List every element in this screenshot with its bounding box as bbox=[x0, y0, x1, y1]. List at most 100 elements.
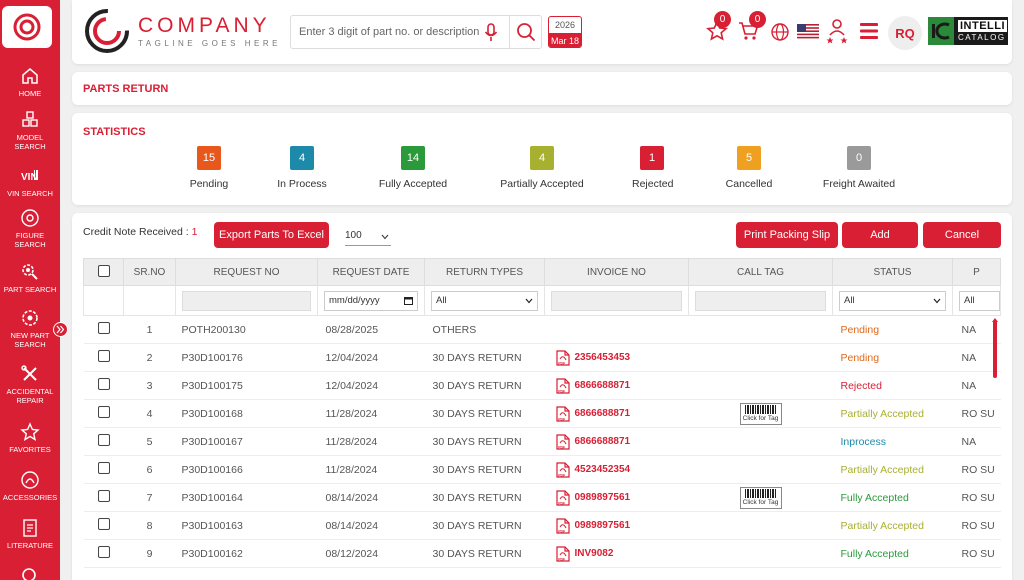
row-invoice-link[interactable]: PDF 2356453453 bbox=[555, 349, 689, 366]
select-all-checkbox[interactable] bbox=[97, 264, 110, 277]
header-select-all[interactable] bbox=[83, 258, 124, 286]
table-row[interactable]: 7 P30D100164 08/14/2024 30 DAYS RETURN PDF 09… bbox=[83, 483, 1001, 512]
row-checkbox[interactable] bbox=[97, 462, 110, 474]
row-request-no[interactable]: POTH200130 bbox=[175, 315, 318, 344]
sidebar-item-model-search[interactable]: MODEL SEARCH bbox=[0, 110, 60, 151]
stat-pending[interactable]: 15 Pending bbox=[183, 146, 235, 190]
row-invoice-link[interactable]: PDF 6866688871 bbox=[555, 433, 689, 450]
request-no-filter[interactable] bbox=[182, 290, 311, 311]
print-packing-slip-button[interactable]: Print Packing Slip bbox=[736, 222, 838, 248]
table-scrollbar[interactable] bbox=[993, 320, 997, 378]
header-return-types[interactable]: RETURN TYPES bbox=[424, 258, 545, 286]
row-checkbox[interactable] bbox=[97, 378, 110, 390]
pdf-icon[interactable]: PDF bbox=[555, 349, 570, 366]
invoice-no-filter[interactable] bbox=[551, 290, 682, 311]
sidebar-item-favorites[interactable]: FAVORITES bbox=[0, 422, 60, 454]
row-invoice-link[interactable]: PDF 4523452354 bbox=[555, 461, 689, 478]
table-row[interactable]: 6 P30D100166 11/28/2024 30 DAYS RETURN PDF 45… bbox=[83, 455, 1001, 484]
request-date-filter[interactable]: mm/dd/yyyy bbox=[324, 290, 418, 311]
header-invoice-no[interactable]: INVOICE NO bbox=[544, 258, 689, 286]
row-checkbox[interactable] bbox=[97, 434, 110, 446]
us-flag-icon[interactable] bbox=[797, 24, 819, 39]
calendar-icon[interactable] bbox=[404, 296, 413, 305]
row-request-no[interactable]: P30D100168 bbox=[175, 399, 318, 428]
table-row[interactable]: 9 P30D100162 08/12/2024 30 DAYS RETURN PDF IN… bbox=[83, 539, 1001, 568]
sidebar-item-vin-search[interactable]: VIN VIN SEARCH bbox=[0, 166, 60, 198]
pdf-icon[interactable]: PDF bbox=[555, 545, 570, 562]
header-status[interactable]: STATUS bbox=[832, 258, 953, 286]
table-row[interactable]: 8 P30D100163 08/14/2024 30 DAYS RETURN PDF 09… bbox=[83, 511, 1001, 540]
call-tag-button[interactable]: Click for Tag bbox=[739, 486, 782, 509]
brand[interactable]: COMPANY TAGLINE GOES HERE bbox=[84, 6, 281, 56]
row-request-no[interactable]: P30D100176 bbox=[175, 343, 318, 372]
add-button[interactable]: Add bbox=[842, 222, 918, 248]
stat-partially-accepted[interactable]: 4 Partially Accepted bbox=[498, 146, 586, 190]
call-tag-filter[interactable] bbox=[695, 290, 826, 311]
row-checkbox[interactable] bbox=[97, 350, 110, 362]
sidebar-item-figure-search[interactable]: FIGURE SEARCH bbox=[0, 208, 60, 249]
stat-cancelled[interactable]: 5 Cancelled bbox=[724, 146, 774, 190]
user-ratings-icon[interactable] bbox=[825, 18, 849, 44]
row-invoice-link[interactable]: PDF INV9082 bbox=[555, 545, 689, 562]
table-row[interactable]: 4 P30D100168 11/28/2024 30 DAYS RETURN PDF 68… bbox=[83, 399, 1001, 428]
table-row[interactable]: 5 P30D100167 11/28/2024 30 DAYS RETURN PDF 68… bbox=[83, 427, 1001, 456]
export-excel-button[interactable]: Export Parts To Excel bbox=[214, 222, 329, 248]
sidebar-expand-button[interactable] bbox=[53, 322, 68, 337]
language-globe-icon[interactable] bbox=[769, 21, 791, 43]
row-request-no[interactable]: P30D100164 bbox=[175, 483, 318, 512]
microphone-icon[interactable] bbox=[484, 23, 498, 43]
row-request-no[interactable]: P30D100175 bbox=[175, 371, 318, 400]
table-row[interactable]: 2 P30D100176 12/04/2024 30 DAYS RETURN PDF 23… bbox=[83, 343, 1001, 372]
sidebar-item-new-part-search[interactable]: NEW PART SEARCH bbox=[0, 308, 60, 349]
sidebar-item-accessories[interactable]: ACCESSORIES bbox=[0, 470, 60, 502]
last-column-filter[interactable]: All bbox=[959, 290, 1000, 311]
pdf-icon[interactable]: PDF bbox=[555, 461, 570, 478]
header-call-tag[interactable]: CALL TAG bbox=[688, 258, 833, 286]
call-tag-button[interactable]: Click for Tag bbox=[739, 402, 782, 425]
avatar[interactable]: RQ bbox=[888, 16, 922, 50]
table-row[interactable]: 1 POTH200130 08/28/2025 OTHERS Pending NA bbox=[83, 315, 1001, 344]
header-sr-no[interactable]: SR.NO bbox=[123, 258, 176, 286]
row-request-no[interactable]: P30D100163 bbox=[175, 511, 318, 540]
status-filter[interactable]: All bbox=[839, 290, 946, 311]
search-input[interactable] bbox=[299, 26, 489, 38]
sidebar-item-part-search[interactable]: PART SEARCH bbox=[0, 262, 60, 294]
row-request-no[interactable]: P30D100166 bbox=[175, 455, 318, 484]
page-size-select[interactable]: 100 bbox=[345, 230, 391, 246]
sidebar-item-home[interactable]: HOME bbox=[0, 66, 60, 98]
row-checkbox[interactable] bbox=[97, 546, 110, 558]
row-invoice-link[interactable]: PDF 6866688871 bbox=[555, 405, 689, 422]
stat-rejected[interactable]: 1 Rejected bbox=[632, 146, 673, 190]
sidebar-logo[interactable] bbox=[2, 6, 52, 48]
search-icon[interactable] bbox=[516, 22, 536, 42]
row-invoice-link[interactable]: PDF 6866688871 bbox=[555, 377, 689, 394]
stat-freight-awaited[interactable]: 0 Freight Awaited bbox=[821, 146, 897, 190]
pdf-icon[interactable]: PDF bbox=[555, 489, 570, 506]
pdf-icon[interactable]: PDF bbox=[555, 405, 570, 422]
row-checkbox[interactable] bbox=[97, 490, 110, 502]
sidebar-item-literature[interactable]: LITERATURE bbox=[0, 518, 60, 550]
row-checkbox[interactable] bbox=[97, 406, 110, 418]
row-invoice-link[interactable]: PDF 0989897561 bbox=[555, 489, 689, 506]
row-checkbox[interactable] bbox=[97, 322, 110, 334]
stat-fully-accepted[interactable]: 14 Fully Accepted bbox=[378, 146, 448, 190]
row-invoice-link[interactable]: PDF 0989897561 bbox=[555, 517, 689, 534]
scroll-up-arrow-icon[interactable] bbox=[992, 318, 998, 322]
hamburger-menu-icon[interactable] bbox=[858, 20, 880, 42]
pdf-icon[interactable]: PDF bbox=[555, 517, 570, 534]
header-request-no[interactable]: REQUEST NO bbox=[175, 258, 318, 286]
sidebar-item-more-search[interactable] bbox=[0, 566, 60, 580]
stat-in-process[interactable]: 4 In Process bbox=[277, 146, 327, 190]
sidebar-item-accidental-repair[interactable]: ACCIDENTAL REPAIR bbox=[0, 364, 60, 405]
table-row[interactable]: 3 P30D100175 12/04/2024 30 DAYS RETURN PDF 68… bbox=[83, 371, 1001, 400]
pdf-icon[interactable]: PDF bbox=[555, 433, 570, 450]
intelli-catalog-logo[interactable]: INTELLI CATALOG bbox=[928, 17, 1008, 45]
row-request-no[interactable]: P30D100167 bbox=[175, 427, 318, 456]
pdf-icon[interactable]: PDF bbox=[555, 377, 570, 394]
cancel-button[interactable]: Cancel bbox=[923, 222, 1001, 248]
header-truncated[interactable]: P bbox=[952, 258, 1001, 286]
row-checkbox[interactable] bbox=[97, 518, 110, 530]
row-request-no[interactable]: P30D100162 bbox=[175, 539, 318, 568]
header-request-date[interactable]: REQUEST DATE bbox=[317, 258, 425, 286]
return-type-filter[interactable]: All bbox=[431, 290, 538, 311]
